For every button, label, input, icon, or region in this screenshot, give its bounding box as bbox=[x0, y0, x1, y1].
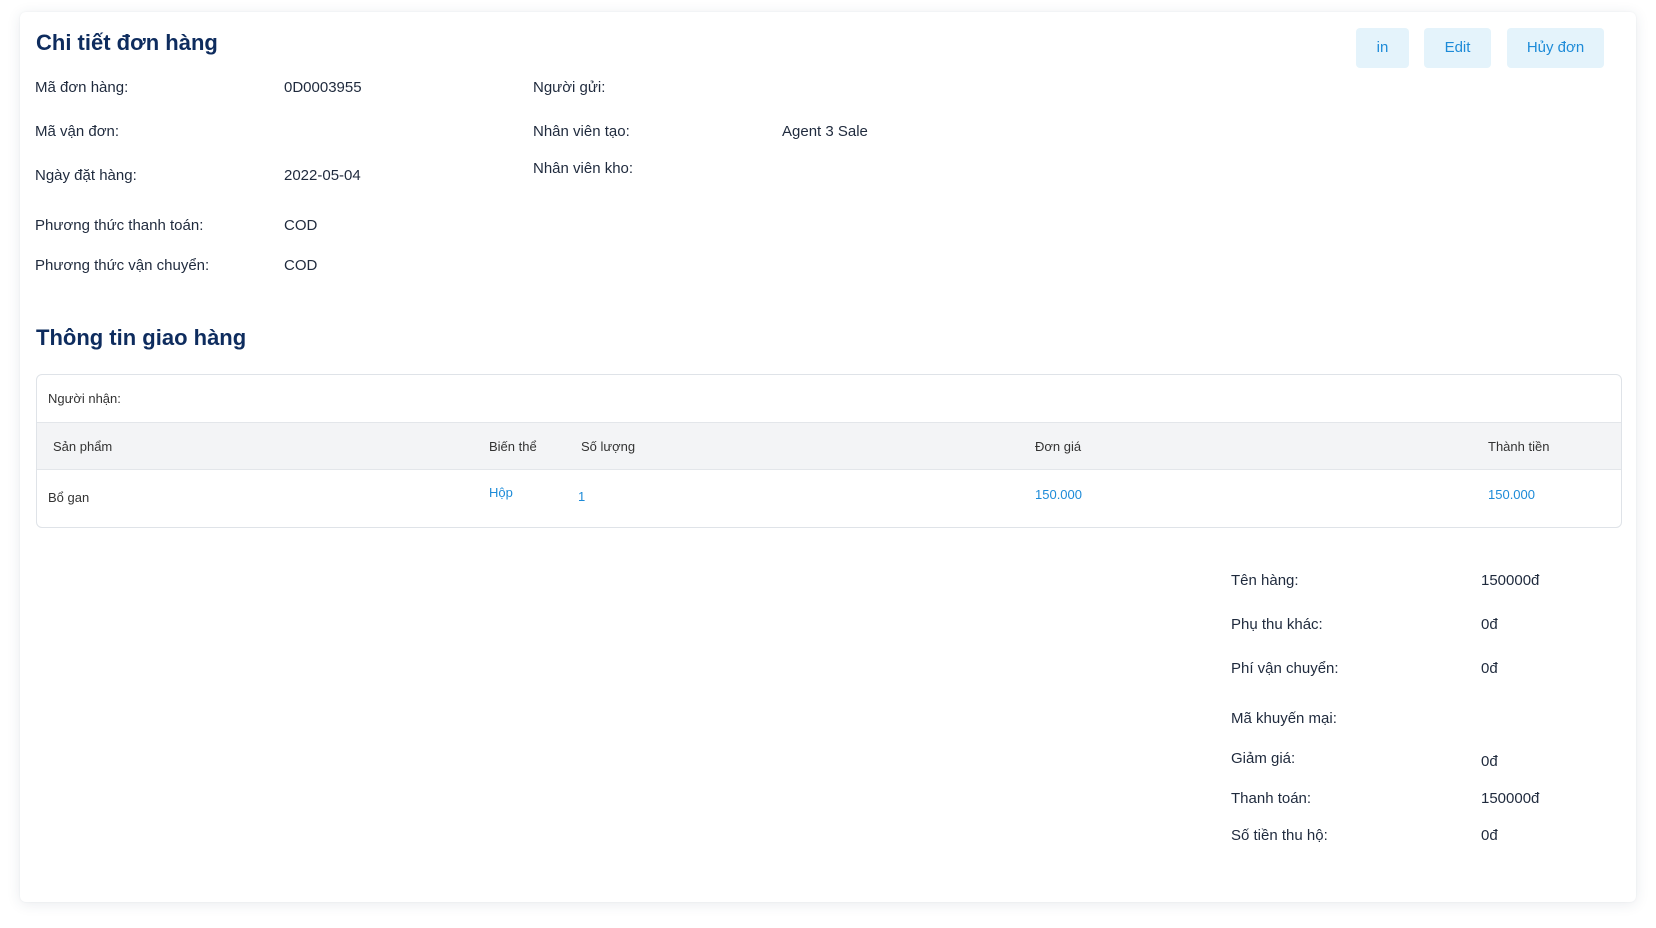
shipping-fee-label: Phí vận chuyển: bbox=[1231, 660, 1339, 677]
cod-amount-value: 0đ bbox=[1481, 827, 1498, 844]
print-button[interactable]: in bbox=[1356, 28, 1409, 68]
unit-price-cell: 150.000 bbox=[1035, 487, 1082, 502]
waybill-label: Mã vận đơn: bbox=[35, 123, 120, 140]
quantity-cell: 1 bbox=[578, 489, 586, 504]
order-code-value: 0D0003955 bbox=[284, 79, 362, 96]
variant-cell: Hộp bbox=[489, 485, 513, 500]
creator-label: Nhân viên tạo: bbox=[533, 123, 630, 140]
sender-label: Người gửi: bbox=[533, 79, 606, 96]
payment-total-label: Thanh toán: bbox=[1231, 790, 1312, 807]
column-header-unit-price: Đơn giá bbox=[1035, 439, 1082, 454]
payment-total-value: 150000đ bbox=[1481, 790, 1540, 807]
warehouse-staff-label: Nhân viên kho: bbox=[533, 160, 634, 177]
order-date-value: 2022-05-04 bbox=[284, 167, 361, 184]
column-header-variant: Biến thể bbox=[489, 439, 537, 454]
surcharge-label: Phụ thu khác: bbox=[1231, 616, 1323, 633]
promo-code-label: Mã khuyến mại: bbox=[1231, 710, 1337, 727]
goods-label: Tên hàng: bbox=[1231, 572, 1299, 589]
delivery-panel: Người nhận: Sản phẩm Biến thể Số lượng Đ… bbox=[36, 374, 1622, 528]
creator-value: Agent 3 Sale bbox=[782, 123, 868, 140]
discount-value: 0đ bbox=[1481, 753, 1498, 770]
payment-method-value: COD bbox=[284, 217, 318, 234]
shipping-fee-value: 0đ bbox=[1481, 660, 1498, 677]
delivery-section-title: Thông tin giao hàng bbox=[36, 325, 247, 350]
product-name-cell: Bổ gan bbox=[48, 490, 90, 505]
edit-button[interactable]: Edit bbox=[1424, 28, 1491, 68]
cod-amount-label: Số tiền thu hộ: bbox=[1231, 827, 1328, 844]
discount-label: Giảm giá: bbox=[1231, 750, 1296, 767]
cancel-order-button[interactable]: Hủy đơn bbox=[1507, 28, 1604, 68]
column-header-product: Sản phẩm bbox=[53, 439, 113, 454]
total-cell: 150.000 bbox=[1488, 487, 1535, 502]
receiver-label: Người nhận: bbox=[48, 391, 121, 406]
payment-method-label: Phương thức thanh toán: bbox=[35, 217, 204, 234]
shipping-method-value: COD bbox=[284, 257, 318, 274]
column-header-quantity: Số lượng bbox=[581, 439, 636, 454]
shipping-method-label: Phương thức vận chuyển: bbox=[35, 257, 210, 274]
order-date-label: Ngày đặt hàng: bbox=[35, 167, 137, 184]
goods-value: 150000đ bbox=[1481, 572, 1540, 589]
order-code-label: Mã đơn hàng: bbox=[35, 79, 129, 96]
products-table-header: Sản phẩm Biến thể Số lượng Đơn giá Thành… bbox=[37, 422, 1621, 470]
column-header-total: Thành tiền bbox=[1488, 439, 1550, 454]
surcharge-value: 0đ bbox=[1481, 616, 1498, 633]
page-title: Chi tiết đơn hàng bbox=[36, 30, 218, 55]
